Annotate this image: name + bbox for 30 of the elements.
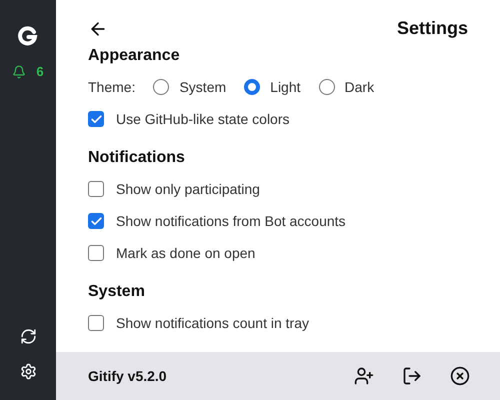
page-title: Settings (396, 18, 468, 39)
radio-button[interactable] (244, 79, 260, 95)
close-icon[interactable] (450, 366, 470, 386)
section-title: Appearance (88, 47, 181, 65)
notification-count: 6 (36, 64, 44, 79)
app-version: Gitify v5.2.0 (88, 368, 168, 384)
section-title: System (88, 283, 146, 301)
theme-label: Theme: (88, 79, 136, 95)
logout-icon[interactable] (402, 366, 422, 386)
logo-icon (18, 26, 38, 46)
radio-button[interactable] (153, 79, 170, 95)
refresh-icon[interactable] (20, 328, 36, 345)
settings-icon[interactable] (20, 363, 36, 380)
add-account-icon[interactable] (354, 366, 374, 386)
checkbox[interactable] (88, 213, 104, 229)
option-label: System (179, 79, 226, 95)
section-title: Notifications (88, 149, 186, 167)
checkbox-label: Show notifications from Bot accounts (116, 213, 346, 229)
checkbox[interactable] (88, 245, 104, 261)
checkbox[interactable] (88, 181, 104, 197)
radio-button[interactable] (318, 79, 335, 95)
checkbox[interactable] (88, 315, 104, 331)
option-label: Light (270, 79, 301, 95)
option-label: Dark (344, 79, 374, 95)
bell-icon[interactable] (12, 64, 26, 78)
checkbox[interactable] (88, 111, 104, 127)
checkbox-label: Use GitHub-like state colors (116, 111, 290, 127)
checkbox-label: Show notifications count in tray (116, 315, 309, 331)
checkbox-label: Mark as done on open (116, 245, 256, 261)
checkbox-label: Show only participating (116, 181, 260, 197)
